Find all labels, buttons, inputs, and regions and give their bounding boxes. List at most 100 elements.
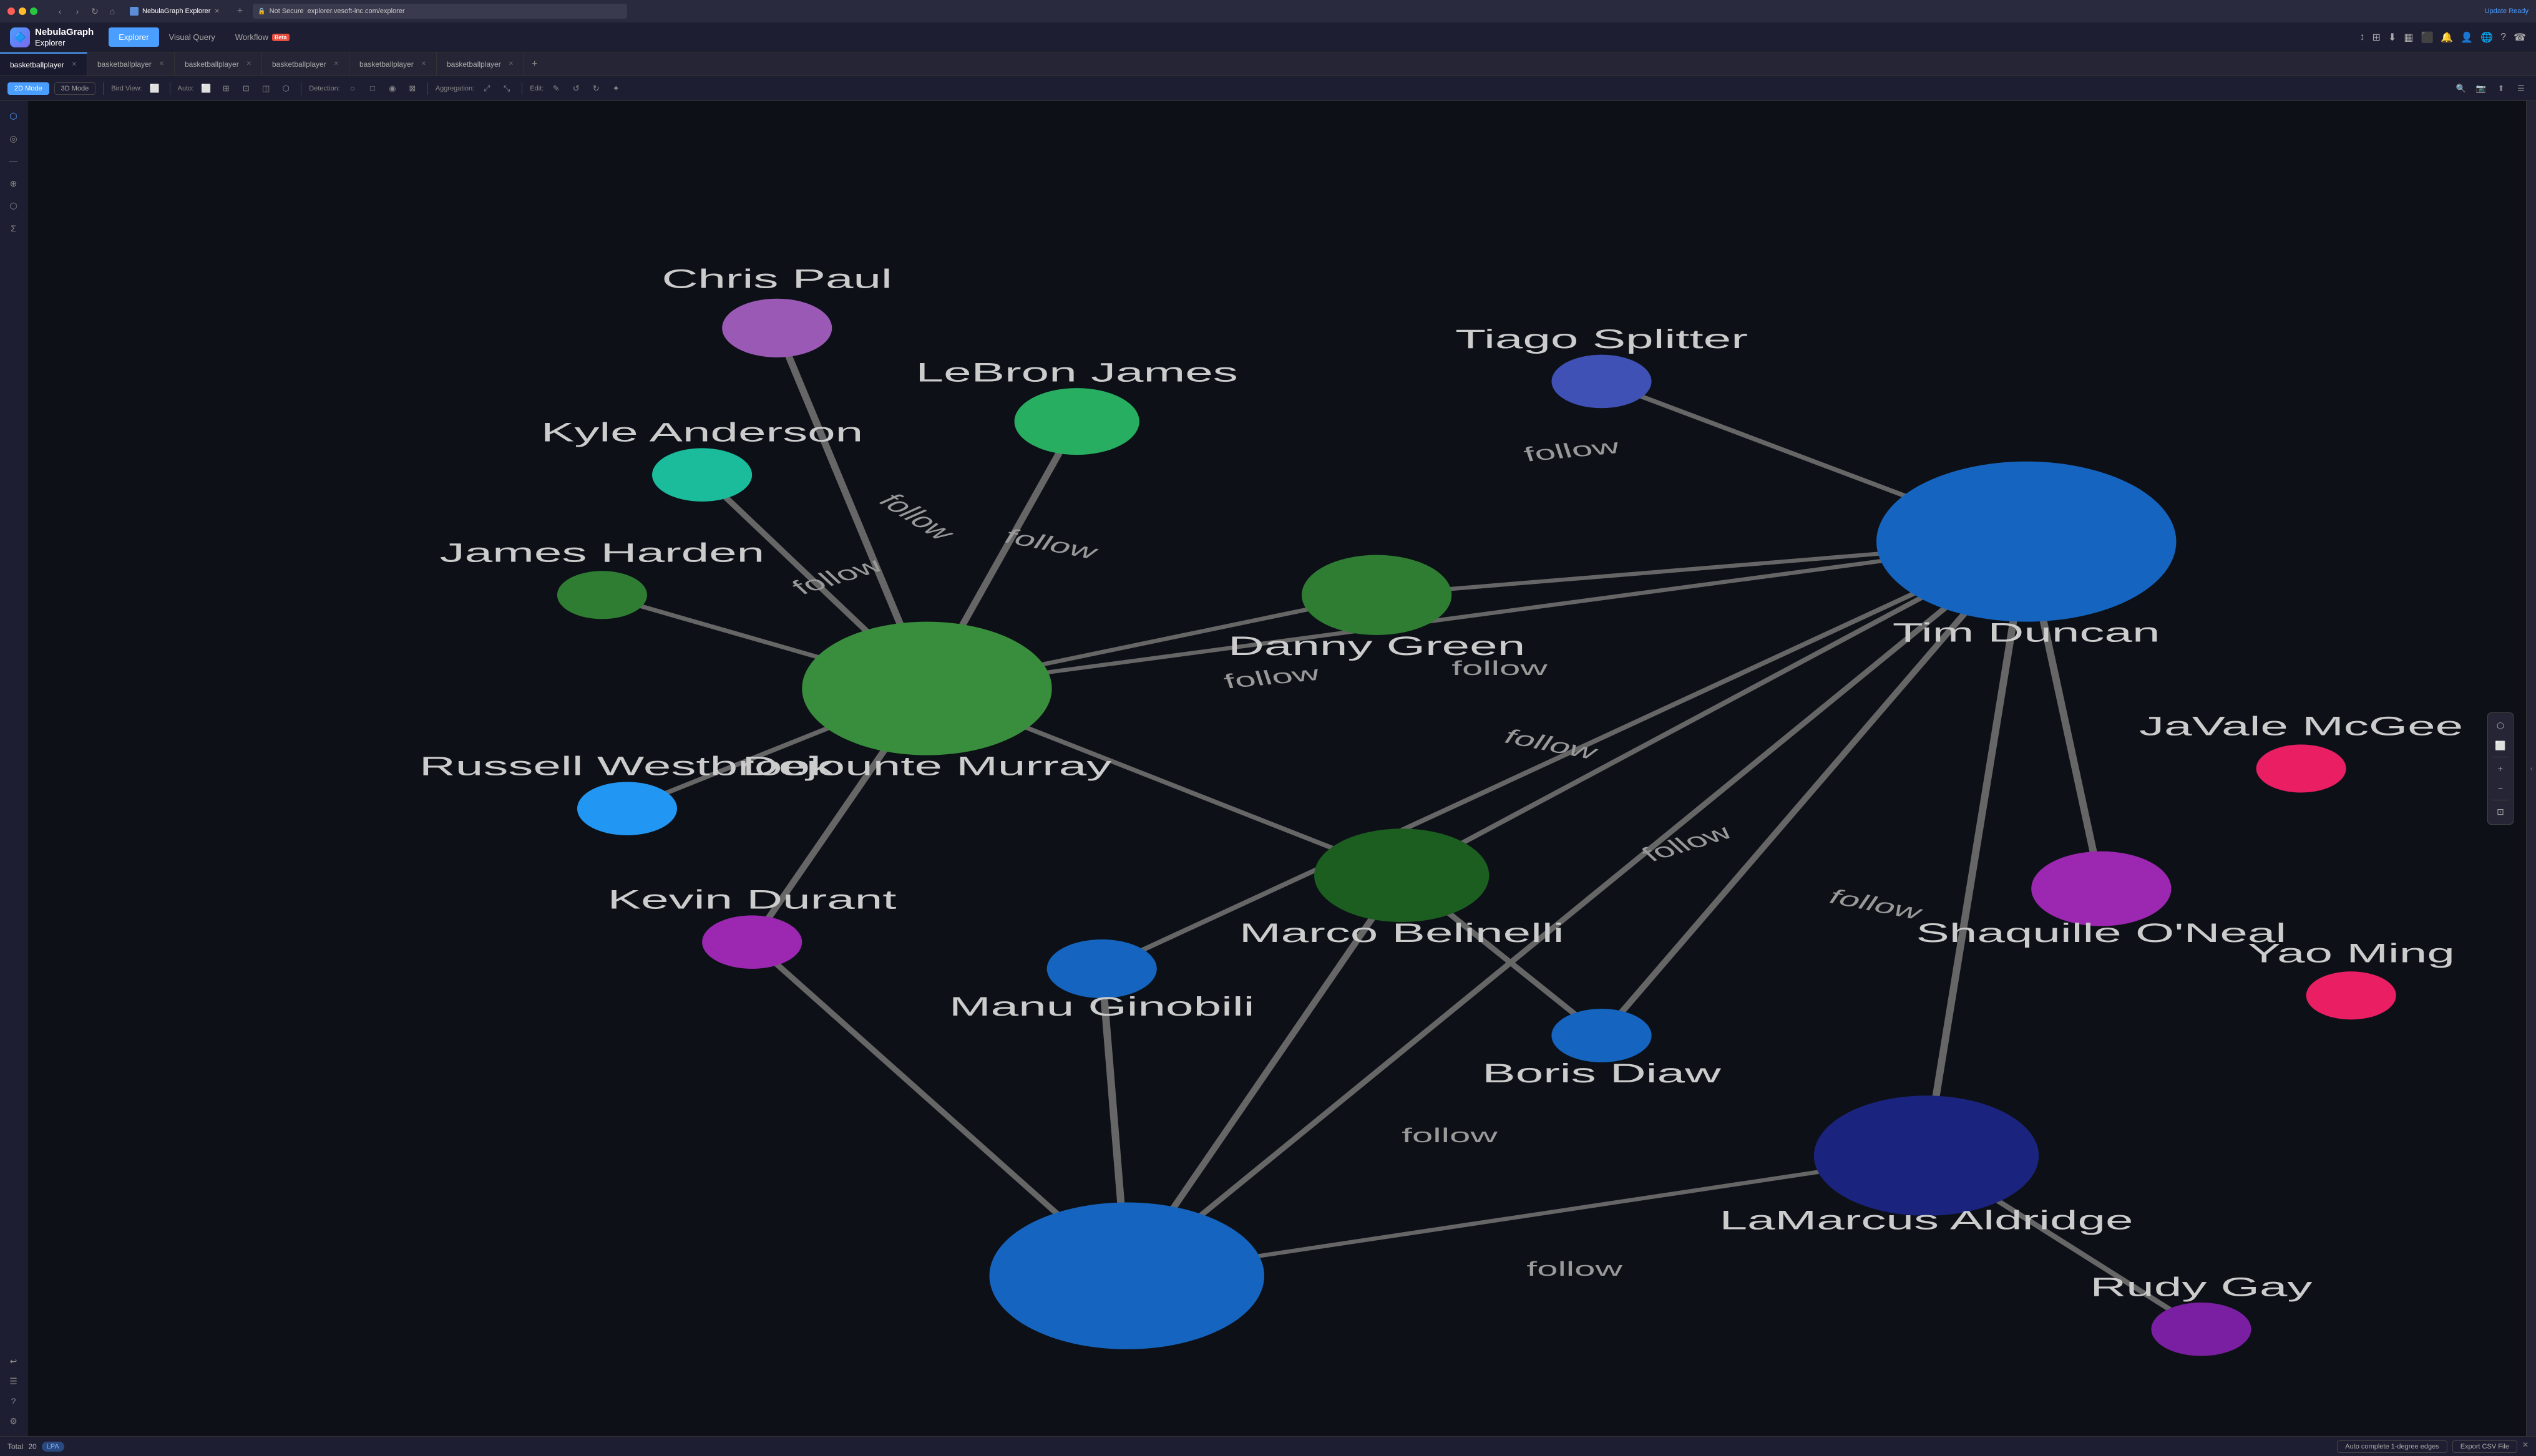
graph-tab-5[interactable]: basketballplayer ✕ [437, 52, 524, 75]
toolbar-save-icon[interactable]: ⬛ [2421, 31, 2433, 44]
browser-home-button[interactable]: ⌂ [105, 4, 120, 19]
toolbar-import-icon[interactable]: ▦ [2404, 31, 2413, 44]
node-kevin-durant[interactable] [702, 915, 802, 969]
auto-complete-button[interactable]: Auto complete 1-degree edges [2337, 1440, 2447, 1453]
status-close-button[interactable]: ✕ [2522, 1440, 2529, 1453]
toolbar-download-icon[interactable]: ⬇ [2388, 31, 2396, 44]
auto-btn-2[interactable]: ⊞ [218, 81, 233, 96]
zoom-out-button[interactable]: − [2492, 780, 2509, 797]
toolbar-help-icon[interactable]: ? [2500, 32, 2506, 43]
detection-btn-2[interactable]: □ [365, 81, 380, 96]
graph-tab-close-0[interactable]: ✕ [72, 61, 77, 68]
node-danny-green[interactable] [1302, 555, 1451, 635]
sidebar-icon-sum[interactable]: Σ [4, 218, 24, 238]
auto-btn-3[interactable]: ⊡ [238, 81, 253, 96]
node-shaquille-oneal[interactable] [2031, 852, 2171, 926]
browser-new-tab-button[interactable]: + [230, 6, 250, 17]
node-russell-westbrook[interactable] [577, 782, 677, 835]
graph-tab-close-1[interactable]: ✕ [159, 61, 164, 67]
sidebar-icon-settings[interactable]: ⚙ [4, 1411, 24, 1431]
detection-btn-3[interactable]: ◉ [385, 81, 400, 96]
auto-btn-5[interactable]: ⬡ [278, 81, 293, 96]
node-chris-paul[interactable] [722, 299, 832, 357]
edit-btn-4[interactable]: ✦ [608, 81, 623, 96]
aggregation-btn-2[interactable]: ⤡ [499, 81, 514, 96]
node-lamarcus-aldridge[interactable] [1814, 1095, 2039, 1216]
graph-tab-close-4[interactable]: ✕ [421, 61, 426, 67]
edit-btn-3[interactable]: ↻ [588, 81, 603, 96]
frame-button[interactable]: ⬜ [2492, 737, 2509, 754]
browser-refresh-button[interactable]: ↻ [87, 4, 102, 19]
node-dejounte-murray[interactable] [802, 622, 1051, 755]
graph-tab-close-2[interactable]: ✕ [246, 61, 251, 67]
browser-tab-active[interactable]: NebulaGraph Explorer ✕ [122, 4, 227, 18]
sidebar-icon-line[interactable]: — [4, 151, 24, 171]
toolbar-notification-icon[interactable]: 🔔 [2441, 31, 2453, 44]
auto-btn-4[interactable]: ◫ [258, 81, 273, 96]
panel-toggle-button[interactable]: ☰ [2514, 81, 2529, 96]
minimize-window-button[interactable] [19, 7, 26, 15]
toolbar-layout-icon[interactable]: ⊞ [2373, 31, 2381, 44]
add-tab-button[interactable]: + [524, 59, 545, 70]
camera-button[interactable]: 📷 [2474, 81, 2489, 96]
graph-tab-2[interactable]: basketballplayer ✕ [175, 52, 262, 75]
node-javale-mcgee[interactable] [2256, 744, 2346, 792]
graph-canvas[interactable]: follow follow follow follow follow follo… [27, 101, 2526, 1436]
nav-item-visual-query[interactable]: Visual Query [159, 27, 225, 47]
sidebar-icon-help[interactable]: ? [4, 1391, 24, 1411]
browser-tab-close[interactable]: ✕ [214, 8, 219, 15]
toolbar-schema-icon[interactable]: ↕ [2360, 32, 2365, 43]
node-james-harden[interactable] [557, 571, 647, 619]
node-marco-belinelli[interactable] [1314, 828, 1489, 922]
close-window-button[interactable] [7, 7, 15, 15]
detection-btn-1[interactable]: ○ [345, 81, 360, 96]
graph-tab-close-5[interactable]: ✕ [509, 61, 514, 67]
toolbar-globe-icon[interactable]: 🌐 [2480, 31, 2493, 44]
node-kyle-anderson[interactable] [652, 448, 752, 502]
sidebar-icon-history[interactable]: ↩ [4, 1351, 24, 1371]
nav-item-explorer[interactable]: Explorer [109, 27, 158, 47]
bird-view-toggle[interactable]: ⬜ [147, 81, 162, 96]
node-bottom-blue[interactable] [990, 1203, 1264, 1349]
detection-btn-4[interactable]: ⊠ [405, 81, 420, 96]
address-bar[interactable]: 🔒 Not Secure explorer.vesoft-inc.com/exp… [253, 4, 627, 19]
browser-tab-label: NebulaGraph Explorer [142, 7, 210, 15]
browser-forward-button[interactable]: › [70, 4, 85, 19]
sidebar-icon-list[interactable]: ☰ [4, 1371, 24, 1391]
node-manu-ginobili[interactable] [1047, 939, 1157, 998]
graph-tab-close-3[interactable]: ✕ [334, 61, 339, 67]
fit-button[interactable]: ⊡ [2492, 803, 2509, 820]
sidebar-icon-share[interactable]: ◎ [4, 129, 24, 148]
mode-3d-button[interactable]: 3D Mode [54, 82, 96, 95]
graph-tab-1[interactable]: basketballplayer ✕ [87, 52, 175, 75]
export-button[interactable]: ⬆ [2494, 81, 2509, 96]
toolbar-phone-icon[interactable]: ☎ [2514, 31, 2526, 44]
aggregation-btn-1[interactable]: ⤢ [479, 81, 494, 96]
zoom-in-button[interactable]: + [2492, 760, 2509, 777]
sidebar-icon-graph[interactable]: ⬡ [4, 106, 24, 126]
auto-btn-1[interactable]: ⬜ [198, 81, 213, 96]
right-panel-toggle[interactable]: ‹ [2526, 101, 2536, 1436]
edge-label-6: follow [1499, 725, 1604, 764]
export-csv-button[interactable]: Export CSV File [2452, 1440, 2517, 1453]
edit-btn-1[interactable]: ✎ [549, 81, 563, 96]
graph-tab-3[interactable]: basketballplayer ✕ [262, 52, 349, 75]
node-lebron-james[interactable] [1015, 388, 1139, 455]
maximize-window-button[interactable] [30, 7, 37, 15]
node-boris-diaw-2[interactable] [1551, 1009, 1651, 1062]
node-tiago-splitter[interactable] [1551, 355, 1651, 409]
layout-icon-button[interactable]: ⬡ [2492, 717, 2509, 734]
mode-2d-button[interactable]: 2D Mode [7, 82, 49, 95]
node-rudy-gay[interactable] [2151, 1303, 2251, 1356]
nav-item-workflow[interactable]: Workflow Beta [225, 27, 300, 47]
toolbar-user-icon[interactable]: 👤 [2460, 31, 2473, 44]
node-tim-duncan[interactable] [1876, 462, 2176, 622]
node-yao-ming[interactable] [2306, 971, 2396, 1019]
graph-tab-0[interactable]: basketballplayer ✕ [0, 52, 87, 75]
graph-tab-4[interactable]: basketballplayer ✕ [349, 52, 437, 75]
sidebar-icon-add[interactable]: ⊕ [4, 173, 24, 193]
sidebar-icon-hex[interactable]: ⬡ [4, 196, 24, 216]
search-graph-button[interactable]: 🔍 [2454, 81, 2469, 96]
browser-back-button[interactable]: ‹ [52, 4, 67, 19]
edit-btn-2[interactable]: ↺ [568, 81, 583, 96]
